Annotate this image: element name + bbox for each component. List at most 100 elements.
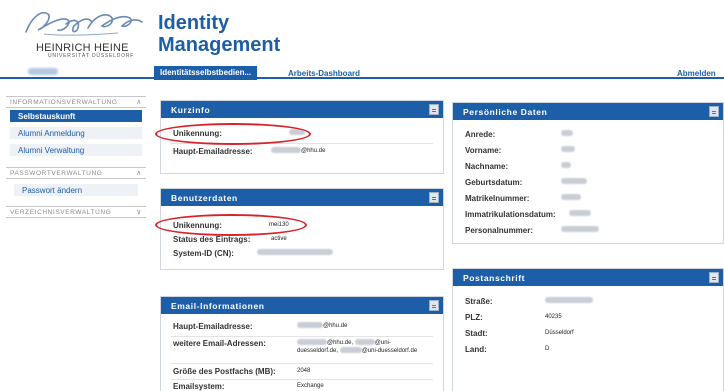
field-value: Exchange bbox=[297, 383, 324, 389]
field-label: Status des Eintrags: bbox=[173, 235, 251, 244]
field-value-redacted bbox=[561, 226, 599, 234]
panel-header: Postanschrift bbox=[453, 269, 723, 286]
print-icon[interactable] bbox=[709, 106, 719, 117]
sidebar-item-selbstauskunft[interactable]: Selbstauskunft bbox=[10, 110, 142, 123]
sidebar-section-label: VERZEICHNISVERWALTUNG bbox=[10, 209, 112, 216]
field-label: Emailsystem: bbox=[173, 382, 225, 391]
page-title-line2: Management bbox=[158, 34, 281, 56]
panel-header: Kurzinfo bbox=[161, 101, 443, 118]
page-title: Identity Management bbox=[158, 12, 280, 56]
expand-icon[interactable]: ∨ bbox=[136, 208, 142, 216]
panel-header: Persönliche Daten bbox=[453, 103, 723, 120]
field-label: Matrikelnummer: bbox=[465, 194, 530, 203]
field-value-redacted bbox=[569, 210, 591, 218]
top-nav-bar bbox=[0, 66, 724, 79]
field-value-redacted bbox=[561, 146, 575, 154]
panel-title: Postanschrift bbox=[463, 273, 526, 283]
field-row: PLZ: 40235 bbox=[465, 313, 562, 325]
field-label: Anrede: bbox=[465, 130, 496, 139]
field-label: Vorname: bbox=[465, 146, 502, 155]
sidebar-item-passwort-aendern[interactable]: Passwort ändern bbox=[14, 184, 138, 197]
field-row: Haupt-Emailadresse: @hhu.de bbox=[173, 322, 347, 334]
sidebar-section-directory[interactable]: VERZEICHNISVERWALTUNG ∨ bbox=[6, 206, 146, 218]
sidebar-section-information[interactable]: INFORMATIONSVERWALTUNG ∧ bbox=[6, 96, 146, 108]
field-value: @hhu.de bbox=[297, 322, 347, 330]
print-icon[interactable] bbox=[429, 192, 439, 203]
field-row: Stadt: Düsseldorf bbox=[465, 329, 574, 341]
field-label: Geburtsdatum: bbox=[465, 178, 523, 187]
field-label: Nachname: bbox=[465, 162, 509, 171]
sidebar-item-alumni-verwaltung[interactable]: Alumni Verwaltung bbox=[10, 144, 142, 157]
field-value: @hhu.de bbox=[271, 147, 325, 155]
field-label: Straße: bbox=[465, 297, 493, 306]
page-title-line1: Identity bbox=[158, 12, 230, 34]
field-row: Immatrikulationsdatum: bbox=[465, 210, 591, 222]
field-value: 2048 bbox=[297, 368, 311, 374]
field-value-redacted bbox=[257, 249, 333, 257]
panel-persoenliche-daten: Persönliche Daten Anrede: Vorname: Nachn… bbox=[452, 102, 724, 244]
field-label: Land: bbox=[465, 345, 487, 354]
field-row: Vorname: bbox=[465, 146, 575, 158]
divider bbox=[171, 336, 433, 337]
panel-title: Kurzinfo bbox=[171, 105, 211, 115]
highlight-oval bbox=[155, 123, 311, 145]
field-value-redacted bbox=[561, 162, 571, 170]
email-part: @hhu.de, bbox=[327, 340, 354, 346]
field-value-multi: @hhu.de, @uni- duesseldorf.de, @uni-dues… bbox=[297, 339, 445, 355]
divider bbox=[171, 379, 433, 380]
tab-work-dashboard[interactable]: Arbeits-Dashboard bbox=[288, 69, 360, 78]
field-row: Personalnummer: bbox=[465, 226, 599, 238]
field-row: weitere Email-Adressen: @hhu.de, @uni- d… bbox=[173, 339, 417, 361]
collapse-icon[interactable]: ∧ bbox=[136, 98, 142, 106]
print-icon[interactable] bbox=[709, 272, 719, 283]
logo-subtitle: UNIVERSITÄT DÜSSELDORF bbox=[48, 53, 135, 59]
field-label: Haupt-Emailadresse: bbox=[173, 147, 253, 156]
email-suffix: @hhu.de bbox=[323, 323, 348, 329]
user-name-redacted bbox=[28, 68, 58, 75]
divider bbox=[171, 363, 433, 364]
email-part: @uni- bbox=[374, 340, 391, 346]
field-value: D bbox=[545, 346, 550, 352]
tab-identity-self-service[interactable]: Identitätsselbstbedien... bbox=[154, 66, 258, 80]
email-suffix: @hhu.de bbox=[301, 148, 326, 154]
field-label: Immatrikulationsdatum: bbox=[465, 210, 556, 219]
field-row: Geburtsdatum: bbox=[465, 178, 587, 190]
field-row: Nachname: bbox=[465, 162, 571, 174]
field-label: Stadt: bbox=[465, 329, 488, 338]
field-row: Matrikelnummer: bbox=[465, 194, 581, 206]
sidebar-section-label: INFORMATIONSVERWALTUNG bbox=[10, 99, 118, 106]
field-label: Haupt-Emailadresse: bbox=[173, 322, 253, 331]
field-value-redacted bbox=[561, 194, 581, 202]
field-label: Größe des Postfachs (MB): bbox=[173, 367, 276, 376]
panel-email-informationen: Email-Informationen Haupt-Emailadresse: … bbox=[160, 296, 444, 391]
field-row: Größe des Postfachs (MB): 2048 bbox=[173, 367, 310, 379]
university-signature-logo bbox=[25, 12, 143, 36]
print-icon[interactable] bbox=[429, 104, 439, 115]
field-row: Straße: bbox=[465, 297, 593, 309]
logout-link[interactable]: Abmelden bbox=[677, 69, 716, 78]
highlight-oval bbox=[155, 214, 307, 236]
panel-postanschrift: Postanschrift Straße: PLZ: 40235 Stadt: Dü… bbox=[452, 268, 724, 391]
panel-title: Persönliche Daten bbox=[463, 107, 548, 117]
field-value: Düsseldorf bbox=[545, 330, 574, 336]
field-label: Personalnummer: bbox=[465, 226, 534, 235]
field-value-redacted bbox=[561, 178, 587, 186]
field-row: Haupt-Emailadresse: @hhu.de bbox=[173, 147, 325, 159]
sidebar-section-label: PASSWORTVERWALTUNG bbox=[10, 170, 103, 177]
collapse-icon[interactable]: ∧ bbox=[136, 169, 142, 177]
field-label: System-ID (CN): bbox=[173, 249, 234, 258]
panel-title: Email-Informationen bbox=[171, 301, 265, 311]
field-value: 40235 bbox=[545, 314, 562, 320]
field-value: active bbox=[271, 236, 287, 242]
field-value-redacted bbox=[561, 130, 573, 138]
field-row: System-ID (CN): bbox=[173, 249, 333, 261]
panel-title: Benutzerdaten bbox=[171, 193, 238, 203]
panel-header: Email-Informationen bbox=[161, 297, 443, 314]
field-label: PLZ: bbox=[465, 313, 483, 322]
email-part: duesseldorf.de, bbox=[297, 348, 339, 354]
sidebar-item-alumni-anmeldung[interactable]: Alumni Anmeldung bbox=[10, 127, 142, 140]
print-icon[interactable] bbox=[429, 300, 439, 311]
field-row: Land: D bbox=[465, 345, 549, 357]
sidebar-section-password[interactable]: PASSWORTVERWALTUNG ∧ bbox=[6, 167, 146, 179]
email-part: @uni-duesseldorf.de bbox=[361, 348, 418, 354]
